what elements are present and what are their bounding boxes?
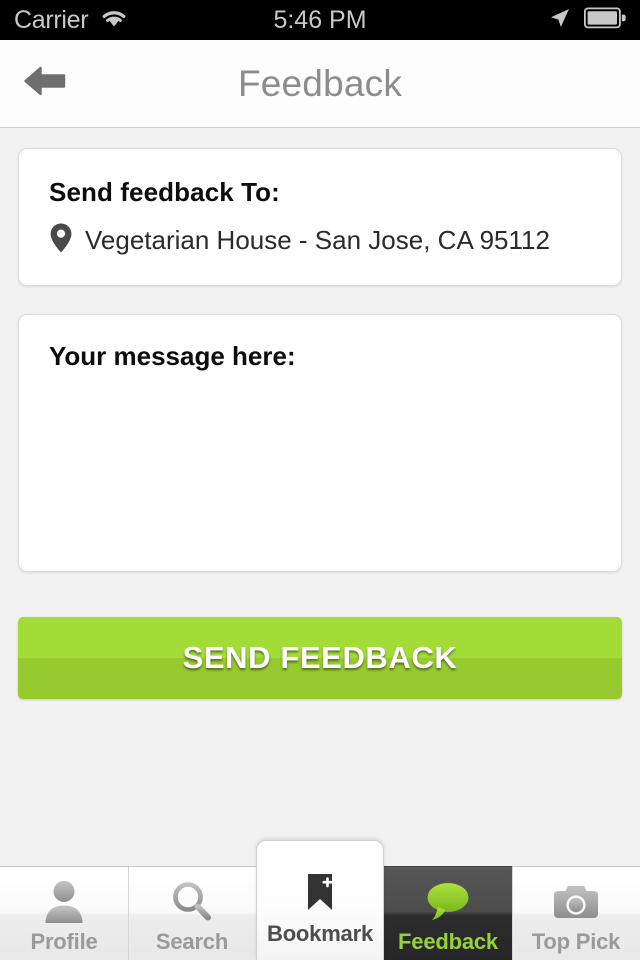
back-button[interactable] <box>14 56 76 112</box>
tab-search[interactable]: Search <box>128 867 256 960</box>
bookmark-plus-icon <box>298 871 342 917</box>
tab-profile[interactable]: Profile <box>0 867 128 960</box>
status-bar: Carrier 5:46 PM <box>0 0 640 40</box>
recipient-card: Send feedback To: Vegetarian House - San… <box>18 148 622 286</box>
tab-label-feedback: Feedback <box>398 929 498 954</box>
tab-bookmark[interactable]: Bookmark <box>256 840 384 960</box>
map-pin-icon <box>49 222 73 259</box>
tab-label-profile: Profile <box>30 929 98 954</box>
navigation-bar: Feedback <box>0 40 640 128</box>
recipient-title: Send feedback To: <box>49 177 280 207</box>
back-arrow-icon <box>22 61 68 106</box>
tab-feedback[interactable]: Feedback <box>384 866 512 960</box>
camera-icon <box>550 879 602 925</box>
status-time: 5:46 PM <box>273 5 367 34</box>
tab-label-search: Search <box>155 929 229 954</box>
tab-top-pick[interactable]: Top Pick <box>512 867 640 960</box>
person-icon <box>40 879 88 925</box>
page-title: Feedback <box>237 62 403 104</box>
recipient-row: Vegetarian House - San Jose, CA 95112 <box>49 222 591 259</box>
magnifier-icon <box>168 879 216 925</box>
battery-full-icon <box>583 6 626 34</box>
tab-label-top-pick: Top Pick <box>531 929 621 954</box>
location-arrow-icon <box>548 6 572 35</box>
status-bar-right <box>548 6 626 35</box>
send-feedback-button[interactable]: SEND FEEDBACK <box>18 617 622 699</box>
tab-bar: Profile Search Feedback Top Pick Bookmar… <box>0 840 640 960</box>
message-card: Your message here: <box>18 314 622 572</box>
tab-label-bookmark: Bookmark <box>267 921 373 946</box>
recipient-name: Vegetarian House - San Jose, CA 95112 <box>85 225 550 255</box>
main-content: Send feedback To: Vegetarian House - San… <box>0 148 640 699</box>
speech-bubble-icon <box>421 879 475 925</box>
message-label: Your message here: <box>49 341 296 371</box>
message-input[interactable] <box>49 382 591 552</box>
